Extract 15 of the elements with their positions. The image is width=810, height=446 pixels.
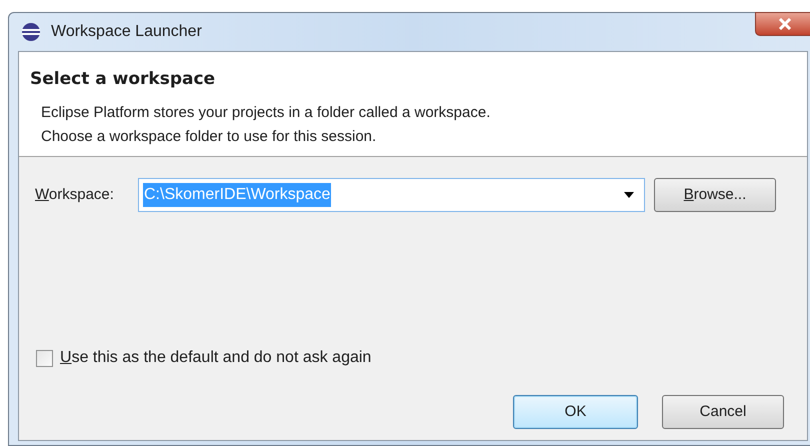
description-text: Eclipse Platform stores your projects in a folder called a workspace. xyxy=(40,102,492,122)
default-checkbox[interactable] xyxy=(36,350,53,366)
close-icon xyxy=(778,18,792,30)
browse-button[interactable]: Browse... xyxy=(654,178,776,212)
header-title: Select a workspace xyxy=(30,68,216,91)
dialog-button[interactable]: Cancel xyxy=(662,395,784,429)
globe-icon xyxy=(21,22,41,42)
default-checkbox-label: Use this as the default and do not ask again xyxy=(60,348,372,368)
workspace-path-value: C:\SkomerIDE\Workspace xyxy=(143,183,332,207)
dialog-button[interactable]: OK xyxy=(513,395,638,429)
description-text: Choose a workspace folder to use for this session. xyxy=(40,126,378,146)
close-button[interactable] xyxy=(755,12,810,36)
dropdown-arrow-icon xyxy=(624,192,634,198)
workspace-label: Workspace: xyxy=(35,184,115,205)
window-title: Workspace Launcher xyxy=(51,22,202,42)
